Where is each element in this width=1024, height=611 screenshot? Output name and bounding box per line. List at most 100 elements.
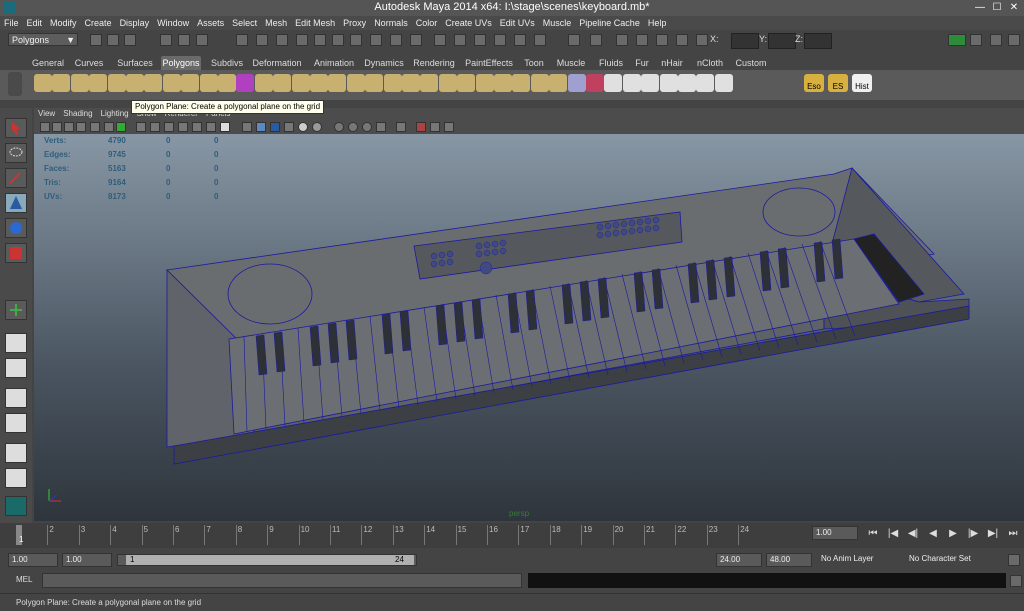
xray-active-icon[interactable]	[444, 122, 454, 132]
smooth-icon[interactable]	[383, 74, 402, 92]
input-line-icon[interactable]	[568, 34, 580, 46]
command-language-toggle[interactable]: MEL	[16, 575, 32, 584]
shelf-tab-rendering[interactable]: Rendering	[412, 56, 456, 70]
menu-mesh[interactable]: Mesh	[261, 16, 291, 30]
planar-mapping-icon[interactable]	[604, 74, 623, 92]
menu-edit-uvs[interactable]: Edit UVs	[496, 16, 539, 30]
layer-editor-icon[interactable]	[1008, 34, 1020, 46]
menu-create[interactable]: Create	[81, 16, 116, 30]
shelf-tab-subdivs[interactable]: Subdivs	[210, 56, 244, 70]
gate-mask-icon[interactable]	[136, 122, 146, 132]
character-set-dropdown[interactable]: No Character Set	[906, 553, 1002, 567]
split-polygon-icon[interactable]	[530, 74, 549, 92]
step-forward-button[interactable]: |▶	[966, 528, 980, 540]
menu-muscle[interactable]: Muscle	[539, 16, 576, 30]
history-icon[interactable]	[410, 34, 422, 46]
anim-preferences-icon[interactable]	[1008, 554, 1020, 566]
end-time-field[interactable]: 48.00	[766, 553, 812, 567]
append-polygon-icon[interactable]	[512, 74, 531, 92]
save-scene-icon[interactable]	[124, 34, 136, 46]
range-slider-thumb[interactable]	[126, 555, 414, 565]
maximize-button[interactable]: ☐	[989, 1, 1005, 14]
poly-prism-icon[interactable]	[144, 74, 163, 92]
graph-editor-layout-icon[interactable]	[5, 468, 27, 488]
shelf-tab-muscle[interactable]: Muscle	[554, 56, 588, 70]
poly-pyramid-icon[interactable]	[162, 74, 181, 92]
shelf-es-button[interactable]: ES	[828, 74, 848, 92]
resolution-gate-icon[interactable]	[116, 122, 126, 132]
select-hierarchy-icon[interactable]	[160, 34, 172, 46]
boolean-union-icon[interactable]	[310, 74, 328, 92]
output-line-icon[interactable]	[590, 34, 602, 46]
insert-edge-loop-icon[interactable]	[549, 74, 568, 92]
mirror-geometry-icon[interactable]	[365, 74, 384, 92]
menu-create-uvs[interactable]: Create UVs	[441, 16, 496, 30]
playback-end-field[interactable]: 24.00	[716, 553, 762, 567]
step-back-button[interactable]: ◀|	[906, 528, 920, 540]
menu-normals[interactable]: Normals	[370, 16, 412, 30]
render-current-icon[interactable]	[350, 34, 362, 46]
channel-layer-icon[interactable]	[970, 34, 982, 46]
shelf-tab-painteffects[interactable]: PaintEffects	[463, 56, 515, 70]
panel-layout-icon[interactable]	[616, 34, 628, 46]
shelf-tab-polygons[interactable]: Polygons	[161, 56, 201, 70]
checker-mapping-icon[interactable]	[696, 74, 715, 92]
wireframe-on-shaded-icon[interactable]	[270, 122, 280, 132]
shadows-icon[interactable]	[312, 122, 322, 132]
snap-curve-icon[interactable]	[256, 34, 268, 46]
prev-key-button[interactable]: |◀	[886, 528, 900, 540]
panel-menu-view[interactable]: View	[34, 108, 59, 120]
camera-select-icon[interactable]	[40, 122, 50, 132]
isolate-select-icon[interactable]	[206, 122, 216, 132]
fill-hole-icon[interactable]	[420, 74, 439, 92]
shelf-tab-curves[interactable]: Curves	[74, 56, 104, 70]
render-view-icon[interactable]	[434, 34, 446, 46]
single-perspective-layout-icon[interactable]	[5, 333, 27, 353]
uv-texture-editor-icon[interactable]	[678, 74, 696, 92]
menu-edit-mesh[interactable]: Edit Mesh	[291, 16, 339, 30]
render-region-icon[interactable]	[534, 34, 546, 46]
shelf-tab-custom[interactable]: Custom	[734, 56, 768, 70]
menu-edit[interactable]: Edit	[23, 16, 47, 30]
select-object-icon[interactable]	[178, 34, 190, 46]
menu-assets[interactable]: Assets	[193, 16, 228, 30]
shelf-tab-toon[interactable]: Toon	[522, 56, 546, 70]
shelf-tab-ncloth[interactable]: nCloth	[695, 56, 725, 70]
current-time-field[interactable]: 1.00	[812, 526, 858, 540]
cylindrical-mapping-icon[interactable]	[622, 74, 641, 92]
shelf-tab-general[interactable]: General	[30, 56, 66, 70]
hypershade-icon[interactable]	[514, 34, 526, 46]
hypershade-layout-icon[interactable]	[5, 443, 27, 463]
automatic-mapping-icon[interactable]	[659, 74, 678, 92]
shelf-tab-nhair[interactable]: nHair	[658, 56, 686, 70]
menu-color[interactable]: Color	[412, 16, 442, 30]
menu-window[interactable]: Window	[153, 16, 193, 30]
menu-modify[interactable]: Modify	[46, 16, 81, 30]
snap-surface-icon[interactable]	[314, 34, 326, 46]
poly-cylinder-icon[interactable]	[70, 74, 89, 92]
high-quality-icon[interactable]	[334, 122, 344, 132]
shelf-tab-surfaces[interactable]: Surfaces	[115, 56, 155, 70]
new-scene-icon[interactable]	[90, 34, 102, 46]
render-settings-icon[interactable]	[494, 34, 506, 46]
panel-menu-lighting[interactable]: Lighting	[97, 108, 133, 120]
custom-layout-icon[interactable]	[5, 496, 27, 516]
menu-help[interactable]: Help	[644, 16, 671, 30]
script-editor-icon[interactable]	[1010, 575, 1022, 587]
ipr-render-icon[interactable]	[474, 34, 486, 46]
boolean-intersection-icon[interactable]	[346, 74, 365, 92]
shelf-tab-fluids[interactable]: Fluids	[594, 56, 628, 70]
scale-tool-icon[interactable]	[5, 243, 27, 263]
wireframe-icon[interactable]	[192, 122, 202, 132]
channel-box-icon[interactable]	[636, 34, 648, 46]
poly-cone-icon[interactable]	[89, 74, 108, 92]
shelf-hist-button[interactable]: Hist	[852, 74, 872, 92]
shelf-eso-button[interactable]: Eso	[804, 74, 824, 92]
select-component-icon[interactable]	[196, 34, 208, 46]
cut-uv-icon[interactable]	[714, 74, 733, 92]
extract-icon[interactable]	[291, 74, 310, 92]
smooth-shade-icon[interactable]	[256, 122, 266, 132]
menu-pipeline-cache[interactable]: Pipeline Cache	[575, 16, 644, 30]
poly-cube-icon[interactable]	[52, 74, 71, 92]
reduce-icon[interactable]	[402, 74, 420, 92]
